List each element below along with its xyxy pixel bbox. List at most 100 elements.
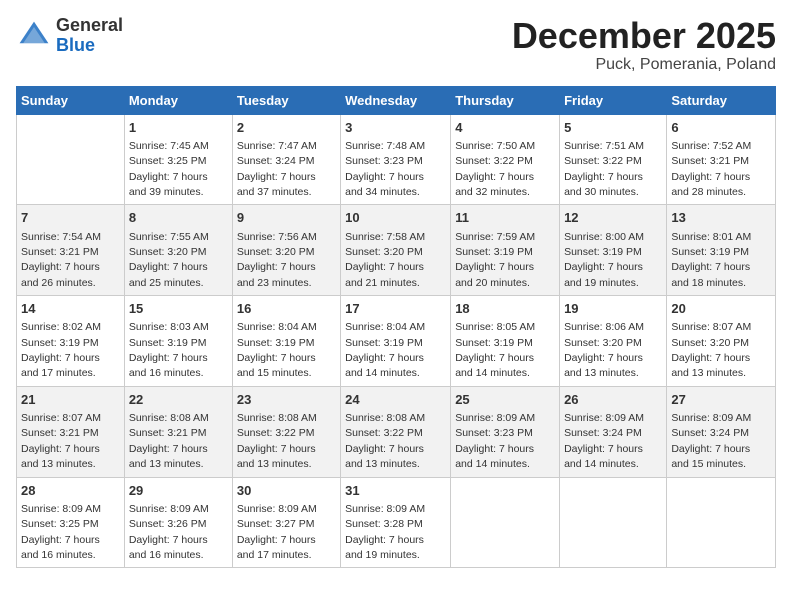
- cell-sunrise: Sunrise: 8:00 AMSunset: 3:19 PMDaylight:…: [564, 231, 644, 289]
- day-number: 30: [237, 482, 336, 500]
- calendar-cell: 17 Sunrise: 8:04 AMSunset: 3:19 PMDayligh…: [341, 296, 451, 387]
- calendar-cell: 1 Sunrise: 7:45 AMSunset: 3:25 PMDaylight…: [124, 114, 232, 205]
- calendar-cell: 13 Sunrise: 8:01 AMSunset: 3:19 PMDayligh…: [667, 205, 776, 296]
- calendar-cell: 16 Sunrise: 8:04 AMSunset: 3:19 PMDayligh…: [232, 296, 340, 387]
- cell-sunrise: Sunrise: 7:59 AMSunset: 3:19 PMDaylight:…: [455, 231, 535, 289]
- calendar-cell: 5 Sunrise: 7:51 AMSunset: 3:22 PMDaylight…: [560, 114, 667, 205]
- calendar-cell: 18 Sunrise: 8:05 AMSunset: 3:19 PMDayligh…: [451, 296, 560, 387]
- calendar-cell: [560, 477, 667, 568]
- cell-sunrise: Sunrise: 8:07 AMSunset: 3:20 PMDaylight:…: [671, 321, 751, 379]
- calendar-cell: 28Sunrise: 8:09 AMSunset: 3:25 PMDayligh…: [17, 477, 125, 568]
- calendar-cell: 21 Sunrise: 8:07 AMSunset: 3:21 PMDayligh…: [17, 386, 125, 477]
- day-number: 20: [671, 300, 771, 318]
- page-header: General Blue December 2025 Puck, Pomeran…: [16, 16, 776, 74]
- logo-general: General: [56, 16, 123, 36]
- day-number: 23: [237, 391, 336, 409]
- cell-sunrise: Sunrise: 8:09 AMSunset: 3:27 PMDaylight:…: [237, 503, 317, 561]
- cell-sunrise: Sunrise: 8:09 AMSunset: 3:24 PMDaylight:…: [564, 412, 644, 470]
- subtitle: Puck, Pomerania, Poland: [512, 56, 776, 74]
- cell-sunrise: Sunrise: 8:03 AMSunset: 3:19 PMDaylight:…: [129, 321, 209, 379]
- day-number: 1: [129, 119, 228, 137]
- day-number: 26: [564, 391, 662, 409]
- calendar-cell: [667, 477, 776, 568]
- day-number: 29: [129, 482, 228, 500]
- day-number: 21: [21, 391, 120, 409]
- cell-sunrise: Sunrise: 8:04 AMSunset: 3:19 PMDaylight:…: [345, 321, 425, 379]
- calendar-cell: 11 Sunrise: 7:59 AMSunset: 3:19 PMDayligh…: [451, 205, 560, 296]
- col-header-saturday: Saturday: [667, 86, 776, 114]
- cell-sunrise: Sunrise: 8:09 AMSunset: 3:23 PMDaylight:…: [455, 412, 535, 470]
- day-number: 4: [455, 119, 555, 137]
- calendar-cell: 23 Sunrise: 8:08 AMSunset: 3:22 PMDayligh…: [232, 386, 340, 477]
- day-number: 15: [129, 300, 228, 318]
- calendar-cell: 6 Sunrise: 7:52 AMSunset: 3:21 PMDaylight…: [667, 114, 776, 205]
- cell-sunrise: Sunrise: 7:48 AMSunset: 3:23 PMDaylight:…: [345, 140, 425, 198]
- cell-sunrise: Sunrise: 7:50 AMSunset: 3:22 PMDaylight:…: [455, 140, 535, 198]
- cell-sunrise: Sunrise: 8:05 AMSunset: 3:19 PMDaylight:…: [455, 321, 535, 379]
- cell-sunrise: Sunrise: 8:01 AMSunset: 3:19 PMDaylight:…: [671, 231, 751, 289]
- calendar-cell: 19Sunrise: 8:06 AMSunset: 3:20 PMDayligh…: [560, 296, 667, 387]
- calendar-cell: 8 Sunrise: 7:55 AMSunset: 3:20 PMDaylight…: [124, 205, 232, 296]
- logo-icon: [16, 18, 52, 54]
- col-header-wednesday: Wednesday: [341, 86, 451, 114]
- logo-blue: Blue: [56, 36, 123, 56]
- calendar-cell: 10Sunrise: 7:58 AMSunset: 3:20 PMDayligh…: [341, 205, 451, 296]
- day-number: 28: [21, 482, 120, 500]
- cell-sunrise: Sunrise: 7:56 AMSunset: 3:20 PMDaylight:…: [237, 231, 317, 289]
- calendar-cell: 3 Sunrise: 7:48 AMSunset: 3:23 PMDaylight…: [341, 114, 451, 205]
- cell-sunrise: Sunrise: 7:55 AMSunset: 3:20 PMDaylight:…: [129, 231, 209, 289]
- day-number: 17: [345, 300, 446, 318]
- day-number: 31: [345, 482, 446, 500]
- col-header-sunday: Sunday: [17, 86, 125, 114]
- calendar-cell: 2Sunrise: 7:47 AMSunset: 3:24 PMDaylight…: [232, 114, 340, 205]
- calendar-week-3: 14Sunrise: 8:02 AMSunset: 3:19 PMDayligh…: [17, 296, 776, 387]
- calendar-cell: 14Sunrise: 8:02 AMSunset: 3:19 PMDayligh…: [17, 296, 125, 387]
- col-header-thursday: Thursday: [451, 86, 560, 114]
- day-number: 6: [671, 119, 771, 137]
- calendar-cell: 22Sunrise: 8:08 AMSunset: 3:21 PMDayligh…: [124, 386, 232, 477]
- day-number: 13: [671, 209, 771, 227]
- cell-sunrise: Sunrise: 8:09 AMSunset: 3:28 PMDaylight:…: [345, 503, 425, 561]
- cell-sunrise: Sunrise: 8:09 AMSunset: 3:24 PMDaylight:…: [671, 412, 751, 470]
- day-number: 25: [455, 391, 555, 409]
- day-number: 8: [129, 209, 228, 227]
- cell-sunrise: Sunrise: 8:08 AMSunset: 3:22 PMDaylight:…: [237, 412, 317, 470]
- day-number: 9: [237, 209, 336, 227]
- day-number: 10: [345, 209, 446, 227]
- cell-sunrise: Sunrise: 8:08 AMSunset: 3:22 PMDaylight:…: [345, 412, 425, 470]
- cell-sunrise: Sunrise: 8:04 AMSunset: 3:19 PMDaylight:…: [237, 321, 317, 379]
- col-header-friday: Friday: [560, 86, 667, 114]
- day-number: 11: [455, 209, 555, 227]
- day-number: 16: [237, 300, 336, 318]
- calendar-cell: 9 Sunrise: 7:56 AMSunset: 3:20 PMDaylight…: [232, 205, 340, 296]
- cell-sunrise: Sunrise: 7:45 AMSunset: 3:25 PMDaylight:…: [129, 140, 209, 198]
- calendar-cell: 24Sunrise: 8:08 AMSunset: 3:22 PMDayligh…: [341, 386, 451, 477]
- day-number: 12: [564, 209, 662, 227]
- day-number: 3: [345, 119, 446, 137]
- logo-text: General Blue: [56, 16, 123, 56]
- main-title: December 2025: [512, 16, 776, 56]
- day-number: 18: [455, 300, 555, 318]
- day-number: 7: [21, 209, 120, 227]
- cell-sunrise: Sunrise: 8:08 AMSunset: 3:21 PMDaylight:…: [129, 412, 209, 470]
- calendar-cell: 26 Sunrise: 8:09 AMSunset: 3:24 PMDayligh…: [560, 386, 667, 477]
- cell-sunrise: Sunrise: 8:07 AMSunset: 3:21 PMDaylight:…: [21, 412, 101, 470]
- cell-sunrise: Sunrise: 7:52 AMSunset: 3:21 PMDaylight:…: [671, 140, 751, 198]
- calendar-cell: 12 Sunrise: 8:00 AMSunset: 3:19 PMDayligh…: [560, 205, 667, 296]
- cell-sunrise: Sunrise: 8:06 AMSunset: 3:20 PMDaylight:…: [564, 321, 644, 379]
- title-block: December 2025 Puck, Pomerania, Poland: [512, 16, 776, 74]
- calendar-week-4: 21 Sunrise: 8:07 AMSunset: 3:21 PMDayligh…: [17, 386, 776, 477]
- day-number: 5: [564, 119, 662, 137]
- calendar-cell: 27 Sunrise: 8:09 AMSunset: 3:24 PMDayligh…: [667, 386, 776, 477]
- calendar-cell: 30 Sunrise: 8:09 AMSunset: 3:27 PMDayligh…: [232, 477, 340, 568]
- calendar-week-1: 1 Sunrise: 7:45 AMSunset: 3:25 PMDaylight…: [17, 114, 776, 205]
- cell-sunrise: Sunrise: 7:51 AMSunset: 3:22 PMDaylight:…: [564, 140, 644, 198]
- calendar-week-5: 28Sunrise: 8:09 AMSunset: 3:25 PMDayligh…: [17, 477, 776, 568]
- calendar-cell: 15 Sunrise: 8:03 AMSunset: 3:19 PMDayligh…: [124, 296, 232, 387]
- cell-sunrise: Sunrise: 7:47 AMSunset: 3:24 PMDaylight:…: [237, 140, 317, 198]
- col-header-tuesday: Tuesday: [232, 86, 340, 114]
- day-number: 27: [671, 391, 771, 409]
- cell-sunrise: Sunrise: 8:09 AMSunset: 3:26 PMDaylight:…: [129, 503, 209, 561]
- logo: General Blue: [16, 16, 123, 56]
- calendar-cell: 25 Sunrise: 8:09 AMSunset: 3:23 PMDayligh…: [451, 386, 560, 477]
